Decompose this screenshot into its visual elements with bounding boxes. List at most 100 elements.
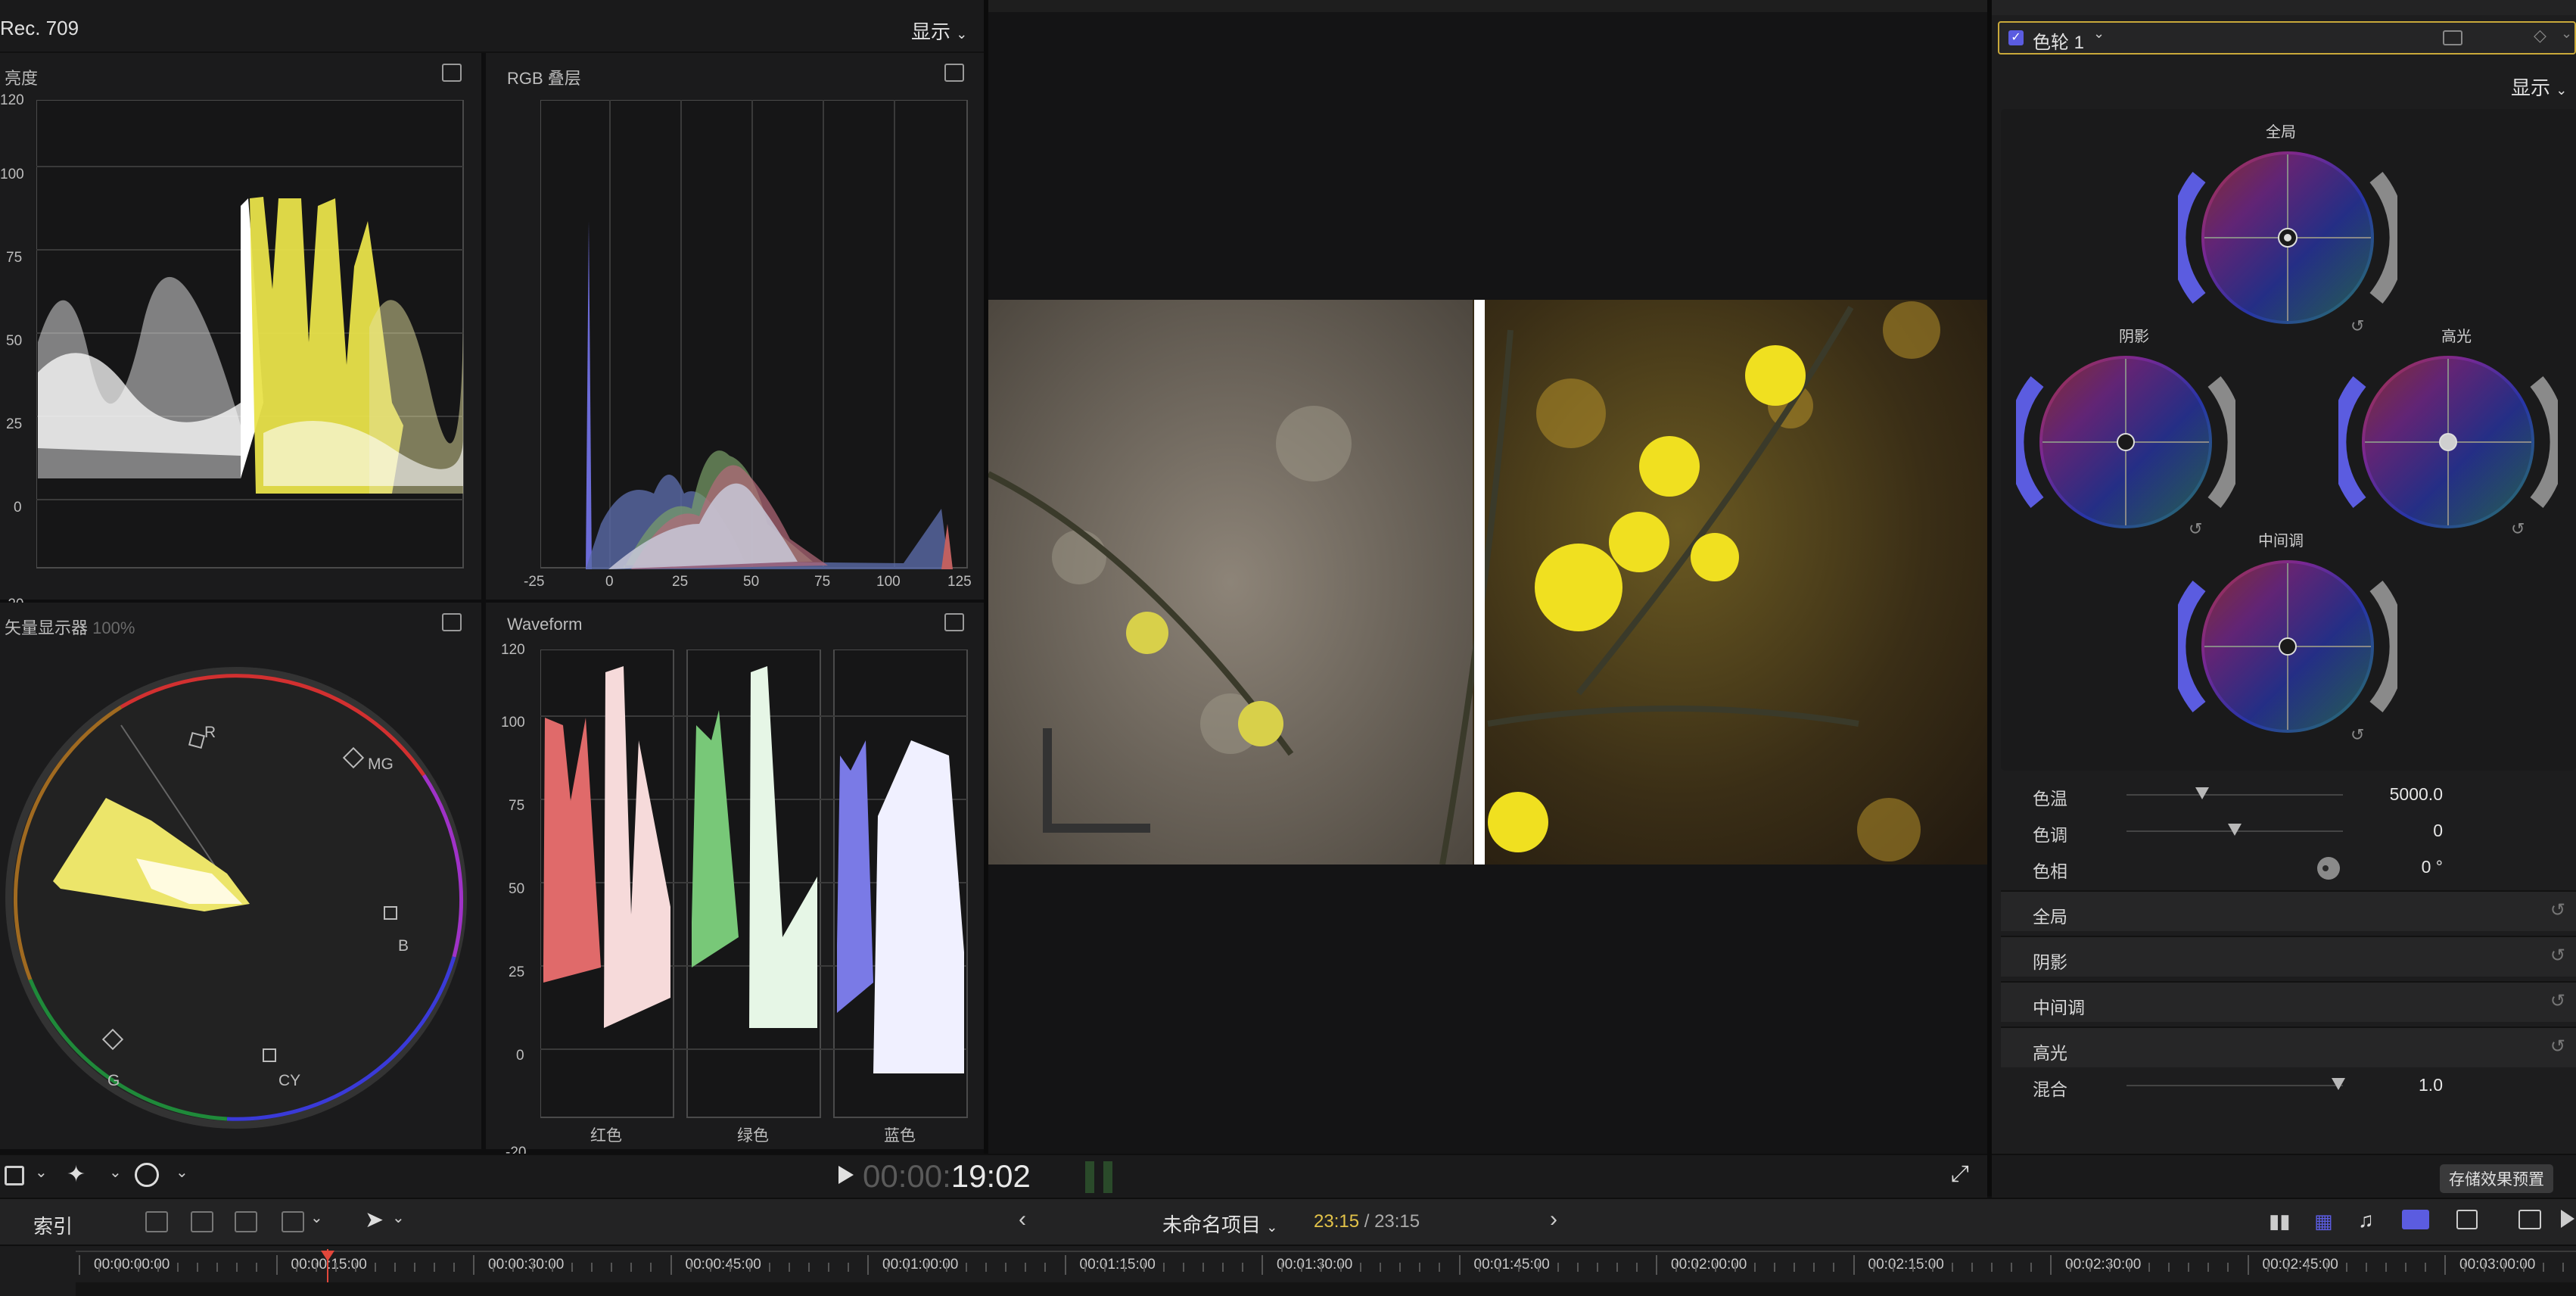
timeline-track-area: [76, 1282, 2576, 1296]
project-name-menu[interactable]: 未命名项目 ⌄: [1162, 1210, 1277, 1238]
connect-clip-icon[interactable]: [145, 1211, 168, 1232]
skimming-icon[interactable]: ▦: [2314, 1210, 2333, 1233]
ruler-tick: [315, 1263, 317, 1272]
section-row-midtones[interactable]: 中间调 ↺: [2001, 981, 2576, 1022]
vectorscope-plot: [5, 667, 467, 1129]
audio-skimming-icon[interactable]: ♫: [2358, 1208, 2374, 1232]
clip-appearance-icon[interactable]: [2456, 1210, 2478, 1229]
reset-section-icon[interactable]: ↺: [2550, 899, 2565, 921]
history-back-icon[interactable]: ‹: [1019, 1207, 1026, 1232]
effect-header[interactable]: ✓ 色轮 1 ⌄ ◇ ⌄: [1998, 21, 2576, 55]
keyframe-icon[interactable]: ◇: [2534, 26, 2546, 45]
insert-clip-icon[interactable]: [191, 1211, 213, 1232]
chevron-down-icon[interactable]: ⌄: [2561, 26, 2572, 42]
color-temperature-slider[interactable]: [2126, 794, 2343, 796]
vectorscope-target-cy: CY: [278, 1072, 301, 1089]
index-button[interactable]: 索引: [33, 1211, 73, 1239]
reset-wheel-icon[interactable]: ↺: [2189, 519, 2202, 539]
y-tick: 100: [501, 715, 525, 731]
mask-icon[interactable]: [2443, 30, 2462, 45]
ruler-tick: [473, 1255, 474, 1275]
reset-section-icon[interactable]: ↺: [2550, 1036, 2565, 1058]
reset-wheel-icon[interactable]: ↺: [2350, 316, 2364, 336]
ruler-tick: [2227, 1263, 2229, 1272]
ruler-tick: [1517, 1263, 1520, 1272]
vectorscope-title-text: 矢量显示器: [5, 618, 89, 637]
hue-dial-icon[interactable]: [2317, 857, 2340, 880]
fullscreen-icon[interactable]: ⤢: [1951, 1161, 1969, 1187]
ruler-tick: [98, 1263, 101, 1272]
timeline-ruler[interactable]: 00:00:00:00 00:00:15:00 00:00:30:00 00:00:4…: [0, 1245, 2576, 1296]
chevron-down-icon[interactable]: ⌄: [176, 1163, 188, 1182]
append-clip-icon[interactable]: [235, 1211, 257, 1232]
scope-settings-icon[interactable]: [442, 613, 462, 631]
scope-settings-icon[interactable]: [944, 613, 964, 631]
ruler-tick: [1675, 1263, 1678, 1272]
color-temperature-value[interactable]: 5000.0: [2390, 784, 2443, 805]
clip-skimming-icon[interactable]: ▮▮: [2269, 1210, 2291, 1233]
overwrite-clip-icon[interactable]: [282, 1211, 304, 1232]
waveform-title: Waveform: [507, 615, 583, 634]
transitions-browser-icon[interactable]: [2561, 1210, 2574, 1228]
chevron-down-icon: ⌄: [956, 26, 968, 42]
section-row-highlights[interactable]: 高光 ↺: [2001, 1027, 2576, 1067]
timecode-display[interactable]: 00:00:19:02: [863, 1158, 1031, 1195]
waveform-channel-red: 红色: [590, 1127, 622, 1145]
slider-thumb[interactable]: [2332, 1078, 2346, 1090]
rgb-histogram-plot: [540, 100, 968, 569]
shadows-color-wheel[interactable]: [2016, 344, 2235, 548]
transform-icon[interactable]: [5, 1166, 24, 1185]
y-tick: 50: [509, 881, 525, 897]
enhance-wand-icon[interactable]: ✦: [67, 1161, 86, 1188]
ruler-tick: [2286, 1263, 2288, 1272]
ruler-tick: [552, 1263, 554, 1272]
inspector-display-menu[interactable]: 显示 ⌄: [2511, 73, 2567, 101]
play-icon[interactable]: [838, 1166, 854, 1184]
ruler-tick: [1912, 1263, 1914, 1272]
select-tool-icon[interactable]: ➤: [365, 1207, 384, 1233]
section-row-shadows[interactable]: 阴影 ↺: [2001, 936, 2576, 977]
reset-section-icon[interactable]: ↺: [2550, 990, 2565, 1012]
chevron-down-icon[interactable]: ⌄: [2093, 26, 2105, 42]
wheel-label-highlights: 高光: [2441, 329, 2472, 345]
effect-enable-checkbox[interactable]: ✓: [2008, 30, 2024, 45]
section-row-master[interactable]: 全局 ↺: [2001, 890, 2576, 931]
chevron-down-icon[interactable]: ⌄: [392, 1208, 405, 1227]
slider-thumb[interactable]: [2195, 787, 2210, 799]
ruler-baseline: [76, 1251, 2576, 1252]
scope-settings-icon[interactable]: [944, 64, 964, 82]
chevron-down-icon[interactable]: ⌄: [35, 1163, 48, 1182]
save-effects-preset-button[interactable]: 存储效果预置: [2440, 1164, 2553, 1193]
scope-settings-icon[interactable]: [442, 64, 462, 82]
ruler-tick: [1774, 1263, 1776, 1272]
master-color-wheel[interactable]: [2178, 139, 2397, 344]
ruler-tick: [354, 1263, 356, 1272]
luma-title: 亮度: [5, 69, 39, 88]
video-frame[interactable]: [988, 300, 1987, 865]
reset-wheel-icon[interactable]: ↺: [2511, 519, 2525, 539]
reset-section-icon[interactable]: ↺: [2550, 945, 2565, 967]
effects-browser-icon[interactable]: [2518, 1210, 2541, 1229]
ruler-tick: [118, 1263, 120, 1272]
slider-thumb[interactable]: [2228, 824, 2242, 836]
ruler-tick: [2484, 1263, 2486, 1272]
ruler-tick: [216, 1263, 219, 1272]
mix-slider[interactable]: [2126, 1085, 2343, 1086]
chevron-down-icon[interactable]: ⌄: [109, 1163, 122, 1182]
highlights-color-wheel[interactable]: [2338, 344, 2558, 548]
hue-value[interactable]: 0 °: [2422, 857, 2443, 877]
tint-value[interactable]: 0: [2433, 821, 2443, 841]
hue-control[interactable]: 色相 0 °: [2001, 849, 2576, 884]
ruler-tick: [1380, 1263, 1382, 1272]
ruler-tick: [1853, 1255, 1855, 1275]
reset-wheel-icon[interactable]: ↺: [2350, 725, 2364, 745]
chevron-down-icon[interactable]: ⌄: [310, 1208, 323, 1227]
history-forward-icon[interactable]: ›: [1550, 1207, 1557, 1232]
ruler-tick: [1262, 1255, 1263, 1275]
mix-value[interactable]: 1.0: [2419, 1075, 2443, 1095]
snapping-icon[interactable]: [2402, 1210, 2429, 1229]
retime-speed-icon[interactable]: [135, 1163, 159, 1187]
midtones-color-wheel[interactable]: [2178, 548, 2397, 752]
y-tick: 100: [0, 167, 24, 182]
scopes-display-menu[interactable]: 显示 ⌄: [911, 17, 967, 45]
